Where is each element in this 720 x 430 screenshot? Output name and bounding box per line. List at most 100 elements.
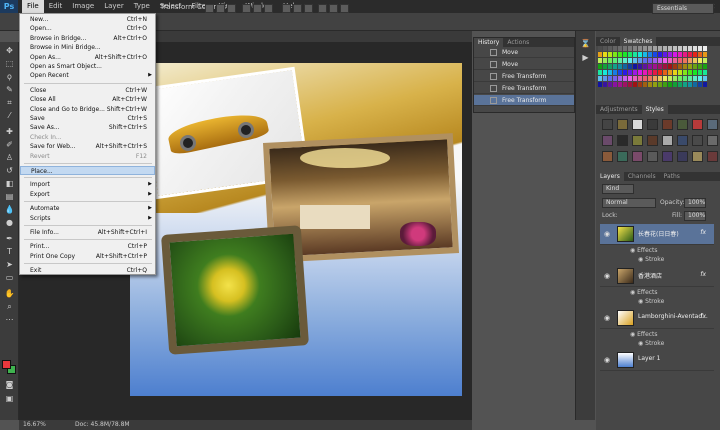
path-select-tool-icon[interactable]: ➤ [4, 260, 15, 270]
menu-type[interactable]: Type [129, 0, 155, 13]
distribute-right-icon[interactable] [340, 4, 349, 13]
file-menu-item[interactable]: Print... Ctrl+P [20, 242, 155, 251]
color-swatch[interactable] [648, 82, 652, 87]
color-swatch[interactable] [633, 70, 637, 75]
layer-visibility-eye-icon[interactable]: ◉ [604, 314, 610, 322]
color-swatch[interactable] [668, 64, 672, 69]
color-swatch[interactable] [623, 64, 627, 69]
file-menu-item[interactable]: Open As... Alt+Shift+Ctrl+O [20, 53, 155, 62]
color-swatch[interactable] [673, 76, 677, 81]
color-swatch[interactable] [613, 64, 617, 69]
history-panel-icon[interactable]: ⌛ [580, 39, 591, 49]
color-swatch[interactable] [628, 58, 632, 63]
color-swatch[interactable] [683, 82, 687, 87]
distribute-vcenter-icon[interactable] [293, 4, 302, 13]
actions-panel-icon[interactable]: ▶ [580, 53, 591, 63]
zoom-level[interactable]: 16.67% [23, 420, 46, 430]
menu-edit[interactable]: Edit [44, 0, 68, 13]
style-preset[interactable] [707, 135, 718, 146]
style-preset[interactable] [677, 119, 688, 130]
color-swatch[interactable] [633, 58, 637, 63]
color-swatch[interactable] [613, 82, 617, 87]
color-swatch[interactable] [698, 64, 702, 69]
style-preset[interactable] [647, 135, 658, 146]
menu-file[interactable]: File [22, 0, 44, 13]
color-swatch[interactable] [663, 52, 667, 57]
color-swatch[interactable] [613, 58, 617, 63]
color-swatch[interactable] [683, 76, 687, 81]
layer-visibility-eye-icon[interactable]: ◉ [604, 356, 610, 364]
color-swatch[interactable] [668, 70, 672, 75]
tab-layers[interactable]: Layers [596, 172, 624, 181]
type-tool-icon[interactable]: T [4, 247, 15, 257]
color-swatch[interactable] [693, 58, 697, 63]
color-swatch[interactable] [703, 64, 707, 69]
color-swatch[interactable] [688, 82, 692, 87]
screen-mode-icon[interactable]: ▣ [4, 394, 15, 404]
color-swatch[interactable] [643, 52, 647, 57]
color-swatch[interactable] [618, 70, 622, 75]
color-swatch[interactable] [628, 70, 632, 75]
color-swatch[interactable] [673, 70, 677, 75]
distribute-hcenter-icon[interactable] [329, 4, 338, 13]
quick-mask-icon[interactable]: ◙ [4, 380, 15, 390]
color-swatch[interactable] [668, 82, 672, 87]
layer-visibility-eye-icon[interactable]: ◉ [604, 272, 610, 280]
color-swatch[interactable] [623, 82, 627, 87]
color-swatch[interactable] [653, 70, 657, 75]
color-swatch[interactable] [648, 46, 652, 51]
color-swatch[interactable] [658, 64, 662, 69]
distribute-left-icon[interactable] [318, 4, 327, 13]
color-swatch[interactable] [643, 70, 647, 75]
layer-effect-stroke[interactable]: ◉ Stroke [638, 340, 664, 347]
color-swatch[interactable] [608, 46, 612, 51]
style-preset[interactable] [617, 151, 628, 162]
color-swatch[interactable] [618, 58, 622, 63]
color-swatch[interactable] [603, 58, 607, 63]
tab-channels[interactable]: Channels [624, 172, 660, 181]
color-swatch[interactable] [608, 76, 612, 81]
color-swatch[interactable] [683, 70, 687, 75]
crop-tool-icon[interactable]: ⌗ [4, 98, 15, 108]
color-swatch[interactable] [653, 52, 657, 57]
color-swatch[interactable] [613, 70, 617, 75]
file-menu-item[interactable]: Open... Ctrl+O [20, 24, 155, 33]
color-swatch[interactable] [663, 76, 667, 81]
file-menu-item[interactable]: Print One Copy Alt+Shift+Ctrl+P [20, 252, 155, 261]
color-swatch[interactable] [628, 64, 632, 69]
color-swatch[interactable] [703, 52, 707, 57]
color-swatch[interactable] [643, 64, 647, 69]
color-swatch[interactable] [648, 52, 652, 57]
file-menu-item[interactable]: New... Ctrl+N [20, 15, 155, 24]
color-swatch[interactable] [598, 82, 602, 87]
color-swatch[interactable] [608, 70, 612, 75]
layer-filter-select[interactable]: Kind [602, 184, 634, 194]
color-swatch[interactable] [638, 76, 642, 81]
color-swatch[interactable] [693, 46, 697, 51]
color-swatch[interactable] [643, 46, 647, 51]
opacity-input[interactable]: 100% [684, 198, 706, 208]
color-swatch[interactable] [633, 76, 637, 81]
distribute-top-icon[interactable] [282, 4, 291, 13]
align-right-icon[interactable] [264, 4, 273, 13]
eraser-tool-icon[interactable]: ◧ [4, 179, 15, 189]
color-swatch[interactable] [638, 82, 642, 87]
file-menu-item[interactable]: Scripts ▶ [20, 214, 155, 223]
workspace-switcher[interactable]: Essentials [652, 3, 714, 14]
layer-fx-icon[interactable]: fx [700, 313, 706, 320]
color-swatch[interactable] [633, 46, 637, 51]
color-swatch[interactable] [648, 58, 652, 63]
color-swatch[interactable] [673, 82, 677, 87]
file-menu-item[interactable]: Open Recent ▶ [20, 71, 155, 80]
color-swatch[interactable] [693, 76, 697, 81]
color-swatch[interactable] [598, 76, 602, 81]
style-preset[interactable] [632, 151, 643, 162]
color-swatch[interactable] [698, 46, 702, 51]
tab-actions[interactable]: Actions [503, 38, 533, 47]
color-swatch[interactable] [653, 58, 657, 63]
layer-effects-label[interactable]: ◉ Effects [630, 331, 658, 338]
file-menu-item[interactable]: Automate ▶ [20, 204, 155, 213]
color-swatch[interactable] [608, 52, 612, 57]
tab-color[interactable]: Color [596, 37, 620, 46]
color-swatch[interactable] [668, 76, 672, 81]
